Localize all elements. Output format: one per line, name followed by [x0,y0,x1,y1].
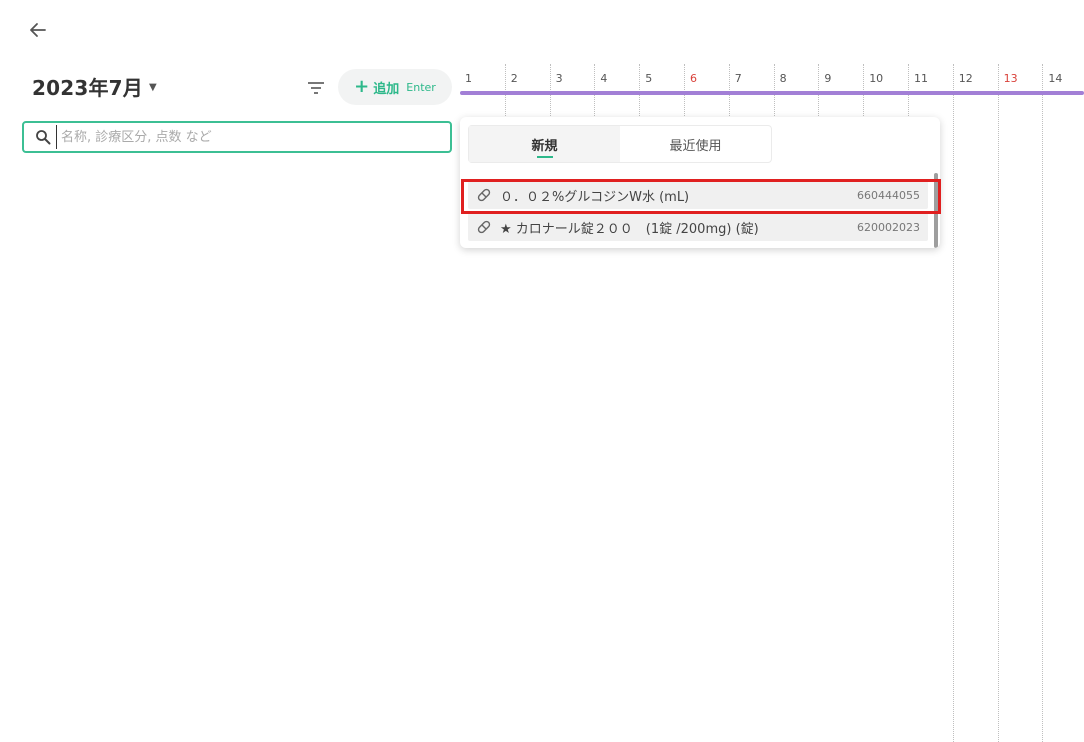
day-label: 11 [914,72,928,85]
calendar-timeline: 1 2 3 4 5 6 7 8 9 10 11 12 13 14 [460,0,1084,742]
day-column: 13 [997,64,1044,742]
tab-new[interactable]: 新規 [469,126,620,162]
day-label: 13 [1003,72,1018,85]
item-name: ★ カロナール錠２００ (1錠 /200mg) (錠) [500,221,759,237]
search-results-dropdown: 新規 最近使用 ０．０２%グルコジンW水 (mL) 660444055 ★ カロ… [460,117,940,248]
day-label: 1 [465,72,472,85]
day-label: 7 [734,72,742,85]
search-field[interactable] [22,121,452,153]
day-label: 5 [645,72,653,85]
tab-new-label: 新規 [531,138,558,154]
add-button[interactable]: + 追加 Enter [338,69,452,105]
day-label: 6 [690,72,697,85]
month-title: 2023年7月 [32,76,143,100]
plus-icon: + [354,76,370,97]
item-code: 660444055 [857,188,920,202]
search-icon [30,129,56,145]
caret-down-icon: ▼ [148,82,157,93]
day-column: 14 [1042,64,1084,742]
timeline-bar[interactable] [460,91,1084,95]
add-button-label: 追加 [373,81,400,97]
day-label: 9 [824,72,832,85]
day-label: 8 [779,72,787,85]
add-shortcut-hint: Enter [406,80,436,94]
search-input[interactable] [56,125,450,149]
item-name: ０．０２%グルコジンW水 (mL) [500,189,690,205]
day-label: 3 [555,72,563,85]
filter-icon[interactable] [304,76,328,100]
list-item[interactable]: ★ カロナール錠２００ (1錠 /200mg) (錠) 620002023 [468,213,928,241]
day-label: 4 [600,72,608,85]
list-item[interactable]: ０．０２%グルコジンW水 (mL) 660444055 [468,181,928,209]
result-tabs: 新規 最近使用 [468,125,772,163]
tab-recent-label: 最近使用 [669,138,722,154]
pill-icon [468,187,500,203]
day-label: 2 [510,72,518,85]
pill-icon [468,219,500,235]
item-code: 620002023 [857,220,920,234]
tab-recent[interactable]: 最近使用 [620,126,771,162]
day-label: 10 [869,72,884,85]
scrollbar[interactable] [934,173,938,248]
month-selector[interactable]: 2023年7月 ▼ [32,72,157,101]
day-column: 12 [952,64,999,742]
day-label: 12 [958,72,973,85]
day-label: 14 [1048,72,1063,85]
back-arrow-icon[interactable] [24,16,52,44]
